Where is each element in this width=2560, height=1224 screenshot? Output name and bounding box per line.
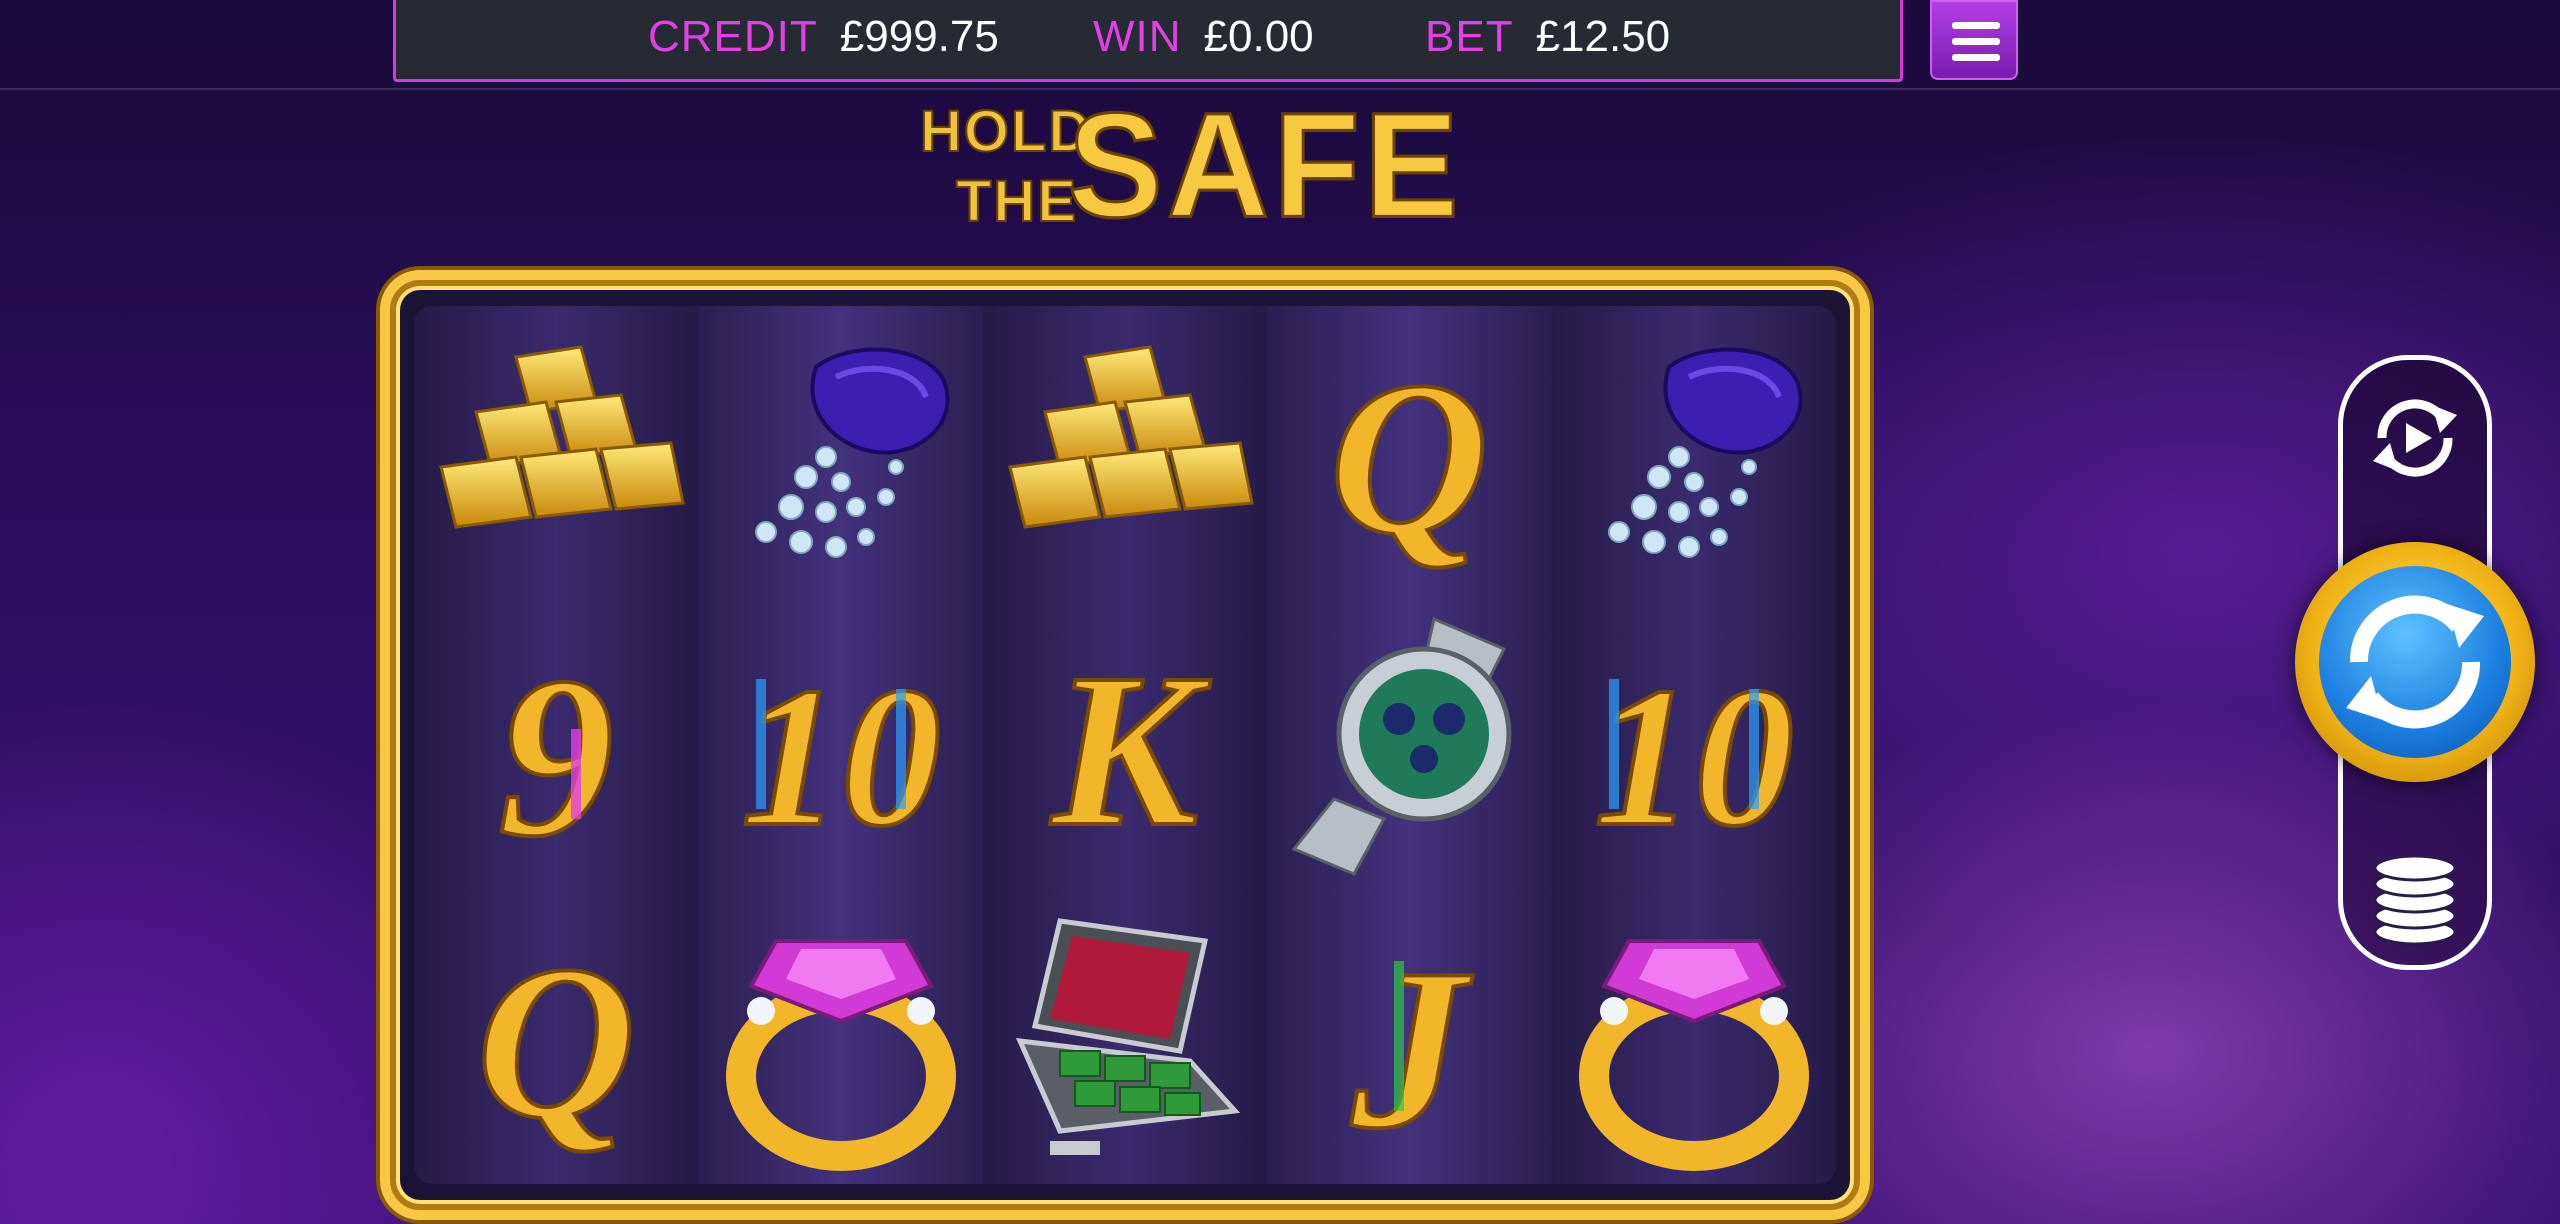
symbol-watch	[1267, 598, 1551, 890]
symbol-diamond-bag	[1552, 306, 1836, 598]
spin-button[interactable]	[2295, 542, 2535, 782]
svg-text:Q: Q	[1330, 336, 1489, 580]
ten-icon: 10	[1592, 645, 1796, 870]
diamond-bag-icon	[1607, 347, 1803, 558]
reel-2: 10	[698, 306, 983, 1184]
ten-icon: 10	[739, 645, 943, 870]
jack-icon: J	[1349, 919, 1476, 1171]
symbol-ten: 10	[698, 598, 982, 890]
svg-text:Q: Q	[477, 920, 636, 1164]
ring-icon	[725, 939, 956, 1171]
symbol-gold-bars	[414, 306, 698, 598]
diamond-bag-icon	[754, 347, 950, 558]
bet-label: BET	[1425, 12, 1514, 61]
symbol-cash-briefcase	[983, 890, 1267, 1182]
gold-bars-icon	[439, 345, 686, 529]
queen-icon: Q	[1328, 334, 1491, 582]
svg-text:J: J	[1351, 921, 1474, 1171]
svg-text:10: 10	[741, 647, 941, 868]
hamburger-line	[1952, 54, 2000, 61]
win-display: WIN £0.00	[1093, 12, 1314, 62]
symbol-queen: Q	[414, 890, 698, 1182]
reel-3: K	[982, 306, 1268, 1184]
autoplay-button[interactable]	[2362, 385, 2468, 491]
king-icon: K	[1048, 626, 1213, 874]
symbol-queen: Q	[1267, 306, 1551, 598]
spin-icon	[2346, 595, 2484, 729]
reel-4: Q J	[1267, 306, 1552, 1184]
nine-icon: 9	[497, 627, 616, 879]
credit-value: £999.75	[839, 12, 999, 61]
symbol-king: K	[983, 598, 1267, 890]
symbol-ring	[1552, 890, 1836, 1182]
symbol-ring	[698, 890, 982, 1182]
credit-display: CREDIT £999.75	[648, 12, 999, 62]
spin-button-face	[2319, 566, 2511, 758]
symbol-ten: 10	[1552, 598, 1836, 890]
logo-word-safe: SAFE	[1067, 82, 1463, 249]
coin-stack-icon	[2373, 854, 2457, 946]
symbol-jack: J	[1267, 890, 1551, 1182]
reel-5: 10	[1551, 306, 1836, 1184]
reel-frame: 9 Q 10 K Q J 10	[380, 270, 1870, 1220]
win-value: £0.00	[1203, 12, 1314, 61]
logo-line-hold: HOLD	[919, 99, 1093, 164]
svg-text:10: 10	[1594, 647, 1794, 868]
autoplay-icon	[2373, 399, 2457, 477]
symbol-gold-bars	[983, 306, 1267, 598]
reel-grid: 9 Q 10 K Q J 10	[414, 306, 1836, 1184]
svg-text:K: K	[1050, 628, 1211, 872]
bet-value: £12.50	[1535, 12, 1671, 61]
hamburger-line	[1952, 38, 2000, 45]
cash-briefcase-icon	[1015, 918, 1241, 1155]
bet-display: BET £12.50	[1425, 12, 1670, 62]
logo-line-the: THE	[955, 169, 1078, 234]
svg-text:9: 9	[499, 629, 614, 879]
gold-bars-icon	[1008, 345, 1254, 529]
game-logo: HOLD THE SAFE	[919, 89, 1460, 265]
symbol-nine: 9	[414, 598, 698, 890]
ring-icon	[1578, 939, 1809, 1171]
reel-1: 9 Q	[414, 306, 699, 1184]
win-label: WIN	[1093, 12, 1182, 61]
credit-label: CREDIT	[648, 12, 818, 61]
balance-bar: CREDIT £999.75 WIN £0.00 BET £12.50	[393, 0, 1903, 82]
watch-icon	[1292, 616, 1512, 876]
hamburger-menu-icon	[1952, 22, 2000, 29]
menu-button[interactable]	[1930, 0, 2018, 80]
symbol-diamond-bag	[698, 306, 982, 598]
queen-icon: Q	[475, 918, 638, 1166]
bet-button[interactable]	[2365, 840, 2465, 950]
